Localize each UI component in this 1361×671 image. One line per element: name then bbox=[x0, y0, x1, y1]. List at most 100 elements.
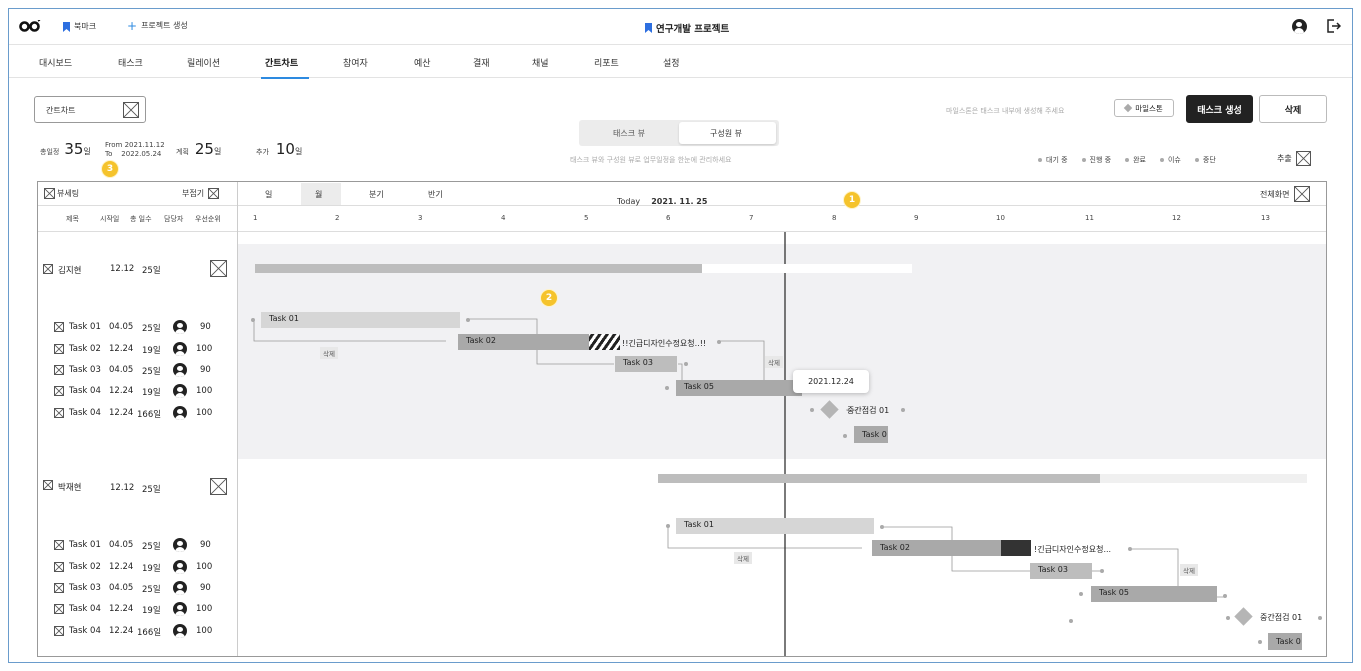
group-expand-icon[interactable] bbox=[210, 260, 227, 277]
task-bar[interactable]: Task 0 bbox=[1268, 633, 1302, 650]
schedule-summary: 총일정 35 일 bbox=[40, 140, 91, 158]
task-priority: 100 bbox=[196, 604, 213, 614]
total-label: 총일정 bbox=[40, 148, 60, 156]
assignee-avatar[interactable] bbox=[173, 320, 187, 334]
task-name: Task 02 bbox=[69, 562, 101, 572]
assignee-avatar[interactable] bbox=[173, 406, 187, 420]
logo-icon[interactable] bbox=[19, 20, 41, 33]
scale-month[interactable]: 월 bbox=[301, 183, 341, 205]
group-expand-icon[interactable] bbox=[210, 478, 227, 495]
scale-half[interactable]: 반기 bbox=[428, 189, 443, 200]
period-11: 11 bbox=[1085, 214, 1094, 222]
task-bar[interactable]: Task 01 bbox=[261, 312, 460, 328]
view-setting-label: 뷰세팅 bbox=[57, 189, 80, 198]
task-checkbox[interactable] bbox=[54, 562, 64, 572]
legend-in-progress: 진행 중 bbox=[1081, 155, 1111, 165]
task-checkbox[interactable] bbox=[54, 365, 64, 375]
logout-icon[interactable] bbox=[1327, 19, 1341, 33]
tab-approval[interactable]: 결재 bbox=[473, 56, 490, 69]
legend-stopped: 중단 bbox=[1194, 155, 1216, 165]
task-checkbox[interactable] bbox=[54, 408, 64, 418]
export-button[interactable]: 추출 bbox=[1277, 151, 1311, 166]
fullscreen-button[interactable]: 전체화면 bbox=[1260, 186, 1311, 202]
add-value: 10 bbox=[275, 140, 295, 158]
task-checkbox[interactable] bbox=[54, 583, 64, 593]
create-project-button[interactable]: + 프로젝트 생성 bbox=[127, 20, 188, 32]
assignee-avatar[interactable] bbox=[173, 342, 187, 356]
milestone-diamond-icon[interactable] bbox=[1234, 607, 1253, 626]
tab-report[interactable]: 리포트 bbox=[594, 56, 619, 69]
connector-dot bbox=[1226, 616, 1230, 620]
task-checkbox[interactable] bbox=[54, 604, 64, 614]
assignee-avatar[interactable] bbox=[173, 624, 187, 638]
tab-dashboard[interactable]: 대시보드 bbox=[39, 56, 72, 69]
gantt-columns-header bbox=[38, 206, 1326, 232]
today-date: 2021. 11. 25 bbox=[651, 197, 708, 206]
assignee-avatar[interactable] bbox=[173, 560, 187, 574]
assignee-avatar[interactable] bbox=[173, 363, 187, 377]
bookmark-button[interactable]: 북마크 bbox=[63, 21, 96, 32]
period-6: 6 bbox=[666, 214, 671, 222]
app-frame: 북마크 + 프로젝트 생성 연구개발 프로젝트 대시보드 태스크 릴레이션 간트… bbox=[8, 8, 1353, 663]
group-summary-bar[interactable] bbox=[255, 264, 702, 273]
create-task-button[interactable]: 태스크 생성 bbox=[1186, 95, 1253, 123]
issue-label[interactable]: !!긴급디자인수정요청..!! bbox=[622, 338, 706, 349]
group-checkbox[interactable] bbox=[43, 480, 53, 490]
task-checkbox[interactable] bbox=[54, 322, 64, 332]
task-bar[interactable]: Task 01 bbox=[676, 518, 874, 534]
tab-settings[interactable]: 설정 bbox=[663, 56, 680, 69]
connector-dot bbox=[901, 408, 905, 412]
delete-tag[interactable]: 삭제 bbox=[320, 347, 338, 359]
profile-icon[interactable] bbox=[1292, 19, 1307, 34]
group-checkbox[interactable] bbox=[43, 264, 53, 274]
connector-dot bbox=[810, 408, 814, 412]
group-days: 25일 bbox=[142, 485, 161, 495]
task-checkbox[interactable] bbox=[54, 626, 64, 636]
task-checkbox[interactable] bbox=[54, 344, 64, 354]
group-summary-bar[interactable] bbox=[658, 474, 1100, 483]
delete-tag[interactable]: 삭제 bbox=[734, 552, 752, 564]
member-view-option[interactable]: 구성원 뷰 bbox=[679, 122, 776, 144]
task-days: 25일 bbox=[142, 585, 161, 595]
delete-button[interactable]: 삭제 bbox=[1259, 95, 1327, 123]
collapse-button[interactable]: 부접기 bbox=[182, 188, 220, 199]
today-label: Today bbox=[617, 197, 641, 206]
milestone-button[interactable]: 마일스톤 bbox=[1114, 99, 1174, 117]
delete-tag[interactable]: 삭제 bbox=[765, 356, 783, 368]
tab-tasks[interactable]: 태스크 bbox=[118, 56, 143, 69]
scale-day[interactable]: 일 bbox=[265, 189, 272, 200]
period-4: 4 bbox=[501, 214, 506, 222]
issue-label[interactable]: !긴급디자인수정요청... bbox=[1034, 544, 1111, 555]
view-setting-button[interactable]: 뷰세팅 bbox=[44, 188, 79, 199]
add-summary: 추가 10 일 bbox=[256, 140, 302, 158]
assignee-avatar[interactable] bbox=[173, 538, 187, 552]
delete-tag[interactable]: 삭제 bbox=[1180, 564, 1198, 576]
assignee-avatar[interactable] bbox=[173, 384, 187, 398]
gantt-filter-select[interactable]: 간트차트 bbox=[34, 96, 146, 123]
project-title: 연구개발 프로젝트 bbox=[645, 21, 729, 35]
task-bar[interactable]: Task 0 bbox=[854, 426, 888, 443]
task-bar[interactable]: Task 02 bbox=[458, 334, 589, 350]
task-bar[interactable]: Task 05 bbox=[1091, 586, 1217, 602]
assignee-avatar[interactable] bbox=[173, 581, 187, 595]
tab-members[interactable]: 참여자 bbox=[343, 56, 368, 69]
task-bar[interactable]: Task 02 bbox=[872, 540, 1001, 556]
today-indicator: Today 2021. 11. 25 bbox=[617, 189, 707, 208]
export-icon bbox=[1295, 151, 1311, 166]
tab-channel[interactable]: 채널 bbox=[532, 56, 549, 69]
scale-quarter[interactable]: 분기 bbox=[369, 189, 384, 200]
period-12: 12 bbox=[1172, 214, 1181, 222]
task-checkbox[interactable] bbox=[54, 386, 64, 396]
assignee-avatar[interactable] bbox=[173, 602, 187, 616]
task-bar[interactable]: Task 05 bbox=[676, 380, 802, 396]
connector-dot bbox=[251, 318, 255, 322]
tab-gantt[interactable]: 간트차트 bbox=[265, 56, 298, 69]
export-label: 추출 bbox=[1277, 154, 1292, 163]
plan-summary: 계획 25 일 bbox=[176, 140, 221, 158]
task-bar[interactable]: Task 03 bbox=[1030, 563, 1092, 579]
task-checkbox[interactable] bbox=[54, 540, 64, 550]
task-bar[interactable]: Task 03 bbox=[615, 356, 677, 372]
tab-relations[interactable]: 릴레이션 bbox=[187, 56, 220, 69]
task-view-option[interactable]: 태스크 뷰 bbox=[613, 128, 645, 139]
tab-budget[interactable]: 예산 bbox=[414, 56, 431, 69]
